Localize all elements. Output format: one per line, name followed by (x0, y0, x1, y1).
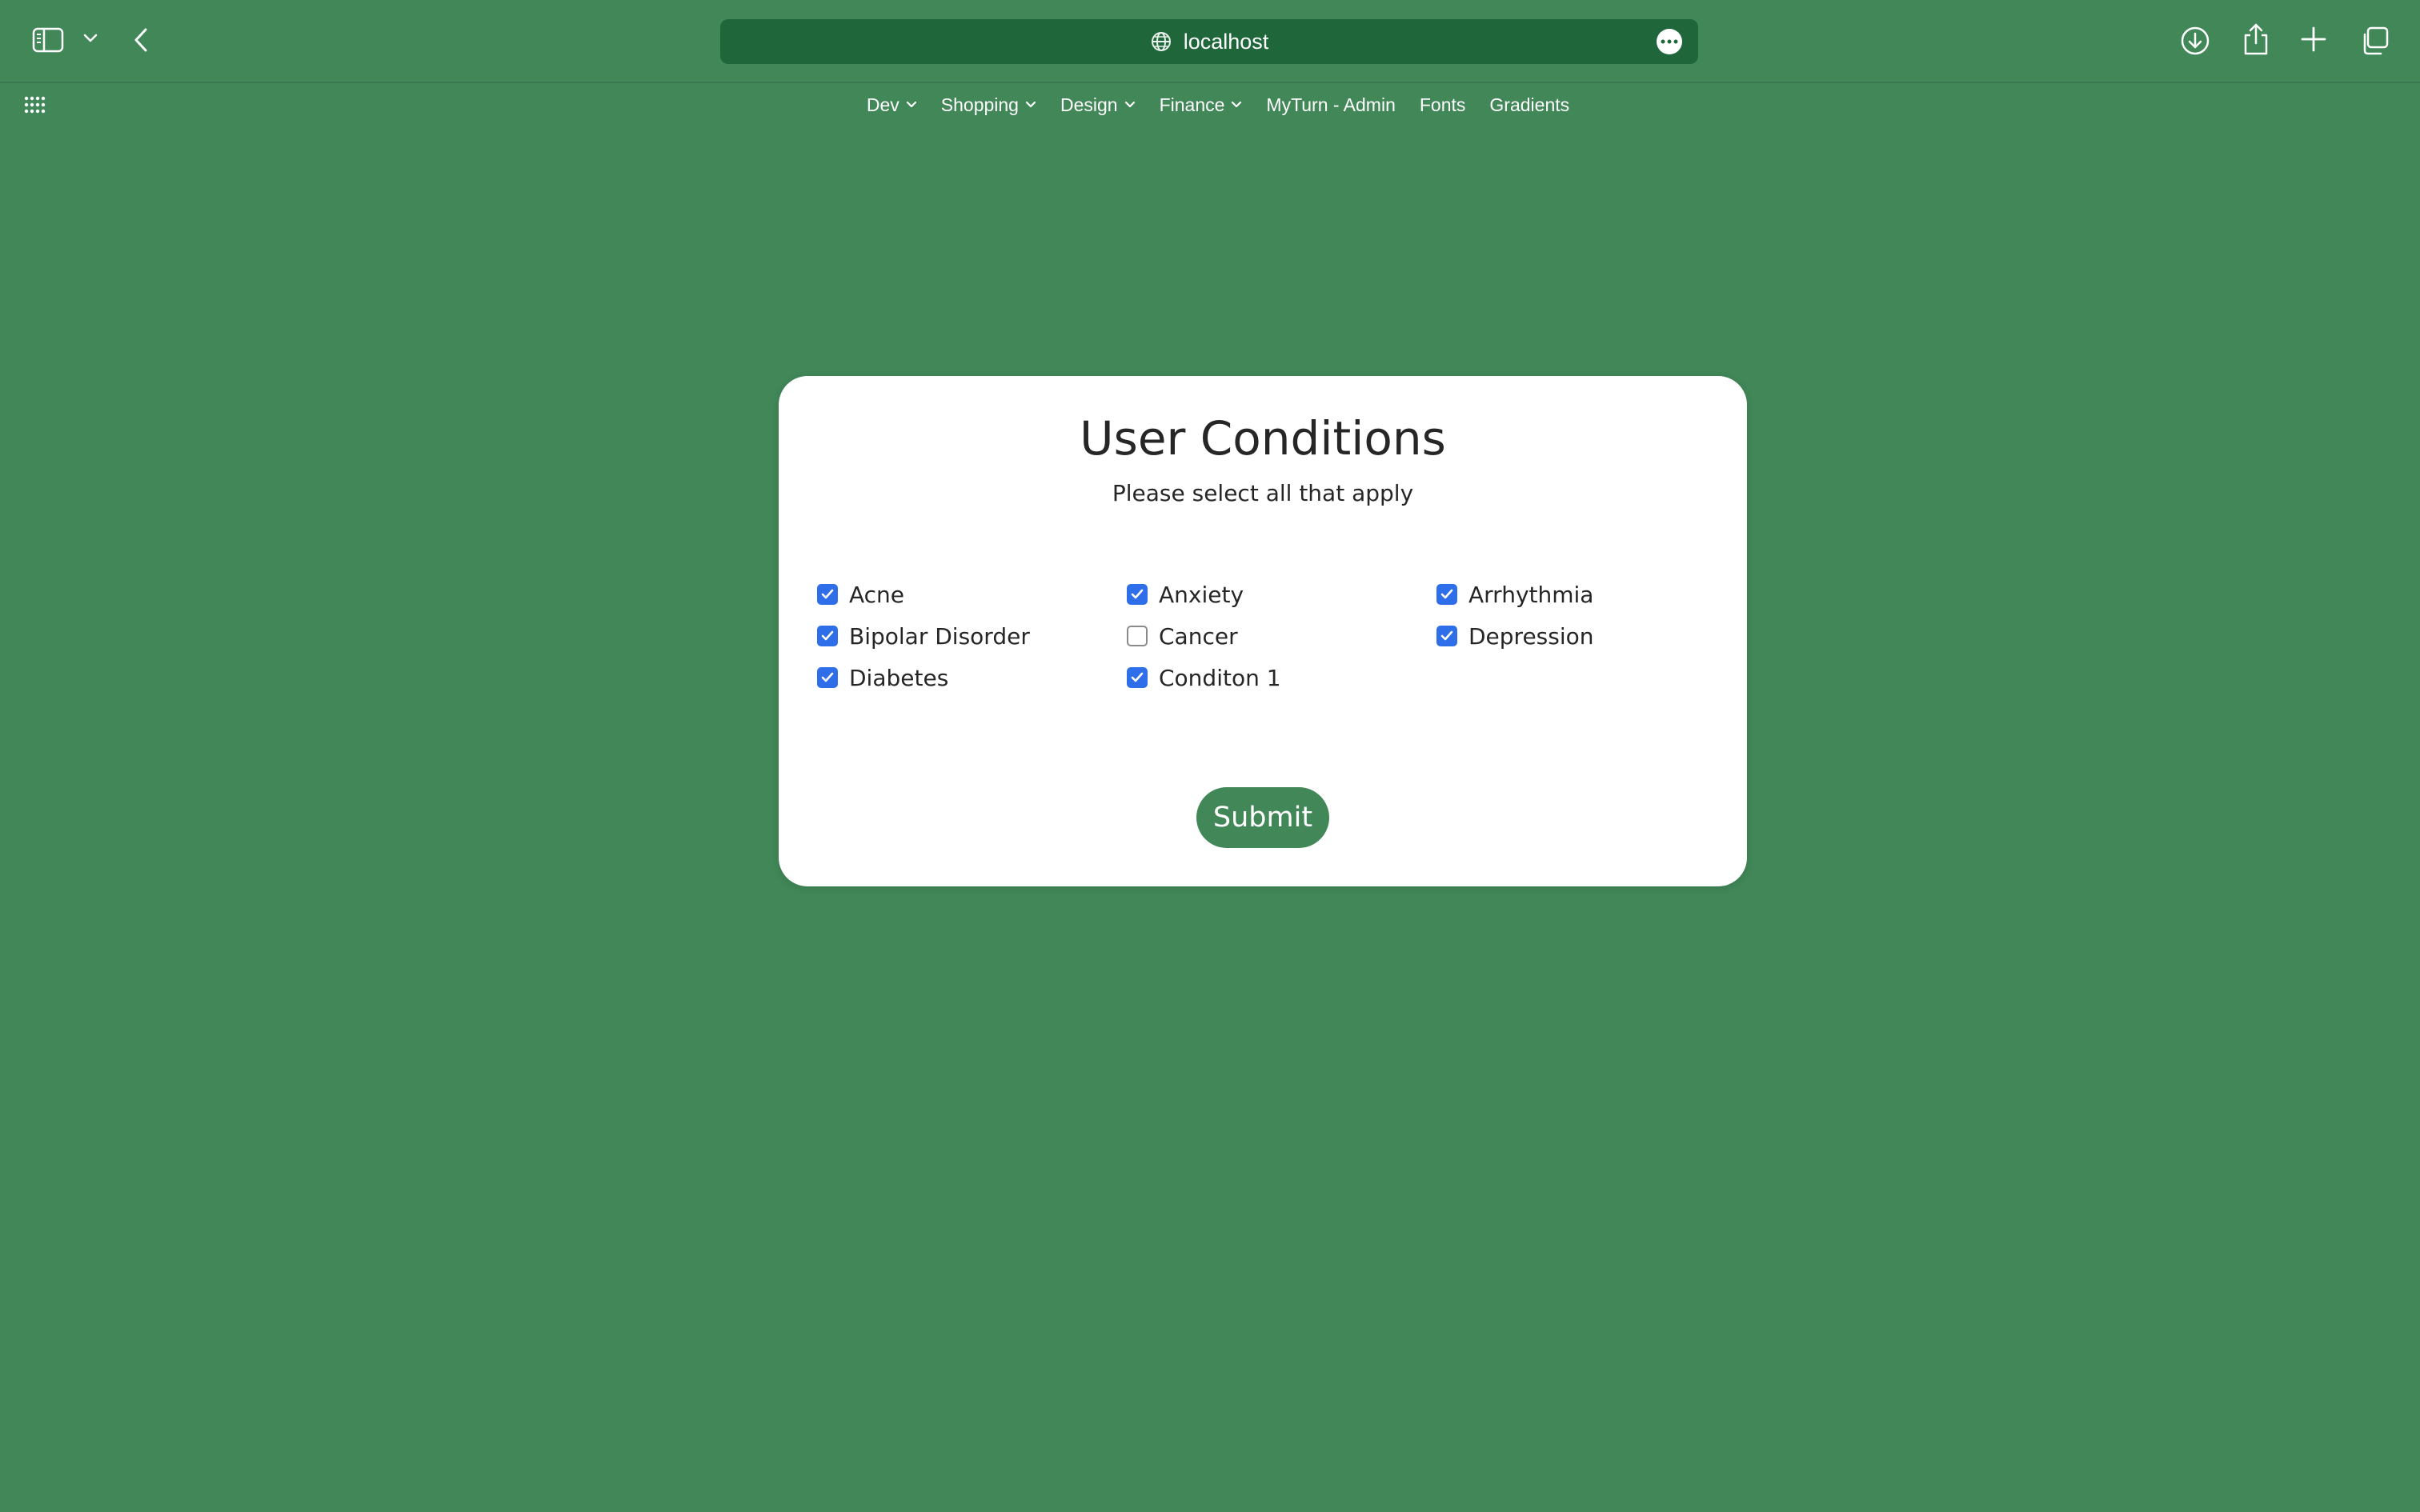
condition-acne[interactable]: Acne (817, 581, 1127, 608)
globe-icon (1150, 30, 1172, 53)
checkmark-icon (1440, 589, 1453, 599)
bookmark-label: MyTurn - Admin (1266, 94, 1396, 115)
condition-checkbox[interactable] (1127, 667, 1148, 688)
bookmark-label: Fonts (1419, 94, 1466, 115)
bookmark-label: Design (1060, 94, 1118, 115)
condition-label: Anxiety (1159, 581, 1244, 608)
bookmark-label: Shopping (940, 94, 1019, 115)
condition-label: Acne (849, 581, 905, 608)
condition-checkbox[interactable] (1436, 626, 1457, 646)
condition-label: Arrhythmia (1468, 581, 1594, 608)
checkmark-icon (821, 589, 834, 599)
bookmark-fonts[interactable]: Fonts (1420, 94, 1466, 116)
condition-checkbox[interactable] (1127, 626, 1148, 646)
condition-checkbox[interactable] (1127, 584, 1148, 605)
more-icon[interactable] (1657, 29, 1682, 54)
submit-button[interactable]: Submit (1196, 787, 1329, 848)
bookmark-label: Gradients (1489, 94, 1570, 115)
checkmark-icon (1131, 672, 1144, 682)
sidebar-icon[interactable] (32, 27, 64, 53)
condition-conditon-1[interactable]: Conditon 1 (1127, 664, 1436, 691)
condition-depression[interactable]: Depression (1436, 622, 1746, 650)
condition-label: Depression (1468, 622, 1594, 650)
bookmark-label: Finance (1159, 94, 1225, 115)
bookmarks-bar: Dev Shopping Design Finance MyTurn - Admin Fo… (0, 83, 2420, 126)
checkmark-icon (1131, 589, 1144, 599)
bookmark-dev[interactable]: Dev (867, 94, 917, 116)
checkmark-icon (1440, 630, 1453, 641)
condition-label: Diabetes (849, 664, 949, 691)
condition-label: Bipolar Disorder (849, 622, 1030, 650)
condition-bipolar-disorder[interactable]: Bipolar Disorder (817, 622, 1127, 650)
checkmark-icon (821, 630, 834, 641)
condition-cancer[interactable]: Cancer (1127, 622, 1436, 650)
condition-checkbox[interactable] (817, 667, 838, 688)
bookmark-gradients[interactable]: Gradients (1489, 94, 1569, 116)
page-title: User Conditions (1080, 411, 1446, 466)
condition-checkbox[interactable] (1436, 584, 1457, 605)
chevron-down-icon (906, 101, 917, 109)
browser-window: localhost Dev Shopping Design Finance MyTurn… (0, 0, 2420, 1512)
condition-anxiety[interactable]: Anxiety (1127, 581, 1436, 608)
tabs-icon[interactable] (2359, 26, 2390, 56)
conditions-grid: Acne Anxiety Arrhythmia Bipolar Disorder Can… (817, 581, 1746, 691)
condition-diabetes[interactable]: Diabetes (817, 664, 1127, 691)
bookmark-list: Dev Shopping Design Finance MyTurn - Admin Fo… (0, 83, 2420, 126)
condition-checkbox[interactable] (817, 626, 838, 646)
chevron-down-icon (1124, 101, 1136, 109)
page-subtitle: Please select all that apply (1112, 480, 1414, 506)
checkmark-icon (821, 672, 834, 682)
back-arrow-icon[interactable] (133, 27, 149, 53)
plus-icon[interactable] (2300, 26, 2327, 53)
bookmark-myturn-admin[interactable]: MyTurn - Admin (1266, 94, 1395, 116)
bookmark-finance[interactable]: Finance (1160, 94, 1243, 116)
chevron-down-icon (1231, 101, 1242, 109)
bookmark-label: Dev (866, 94, 899, 115)
browser-toolbar: localhost (0, 0, 2420, 83)
conditions-card: User Conditions Please select all that a… (779, 376, 1747, 886)
share-icon[interactable] (2242, 22, 2270, 56)
condition-label: Cancer (1159, 622, 1238, 650)
condition-label: Conditon 1 (1159, 664, 1281, 691)
chevron-down-icon[interactable] (83, 34, 98, 43)
condition-checkbox[interactable] (817, 584, 838, 605)
download-icon[interactable] (2180, 26, 2210, 56)
chevron-down-icon (1025, 101, 1036, 109)
address-text[interactable]: localhost (1184, 30, 1269, 54)
condition-arrhythmia[interactable]: Arrhythmia (1436, 581, 1746, 608)
bookmark-design[interactable]: Design (1060, 94, 1136, 116)
address-bar[interactable]: localhost (720, 19, 1698, 64)
bookmark-shopping[interactable]: Shopping (941, 94, 1036, 116)
